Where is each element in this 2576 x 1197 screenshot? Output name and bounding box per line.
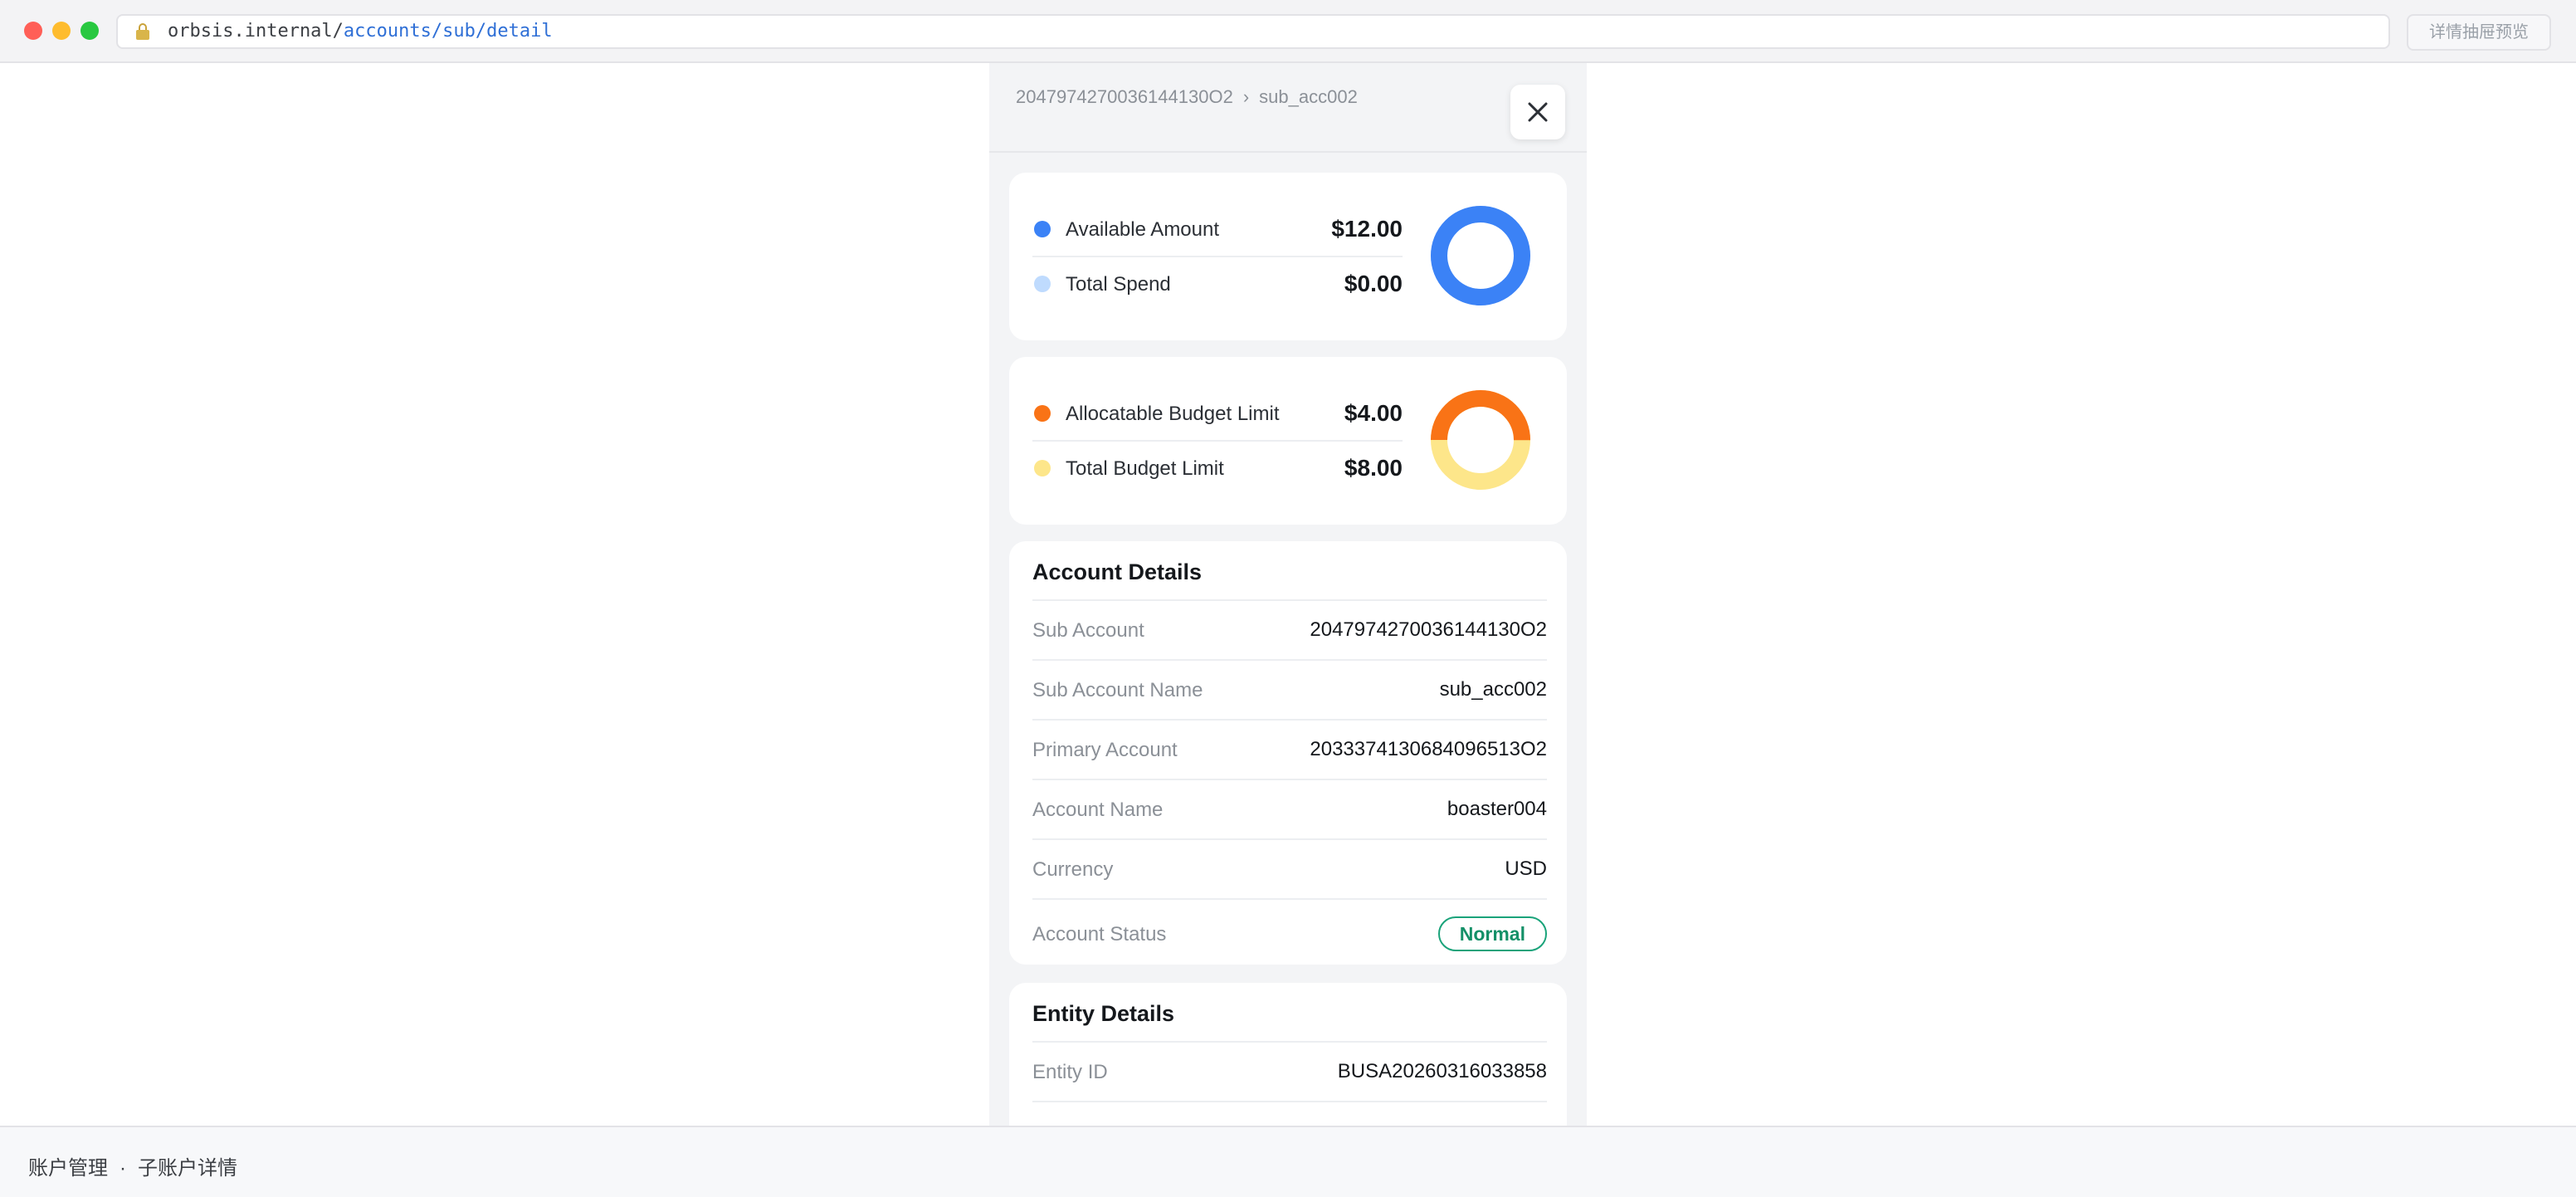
detail-label: Currency: [1032, 858, 1114, 881]
detail-value: BUSA20260316033858: [1337, 1060, 1547, 1082]
footer-page: 子账户详情: [138, 1157, 237, 1180]
detail-row-currency: Currency USD: [1032, 838, 1547, 898]
detail-label: Primary Account: [1032, 739, 1178, 761]
detail-label: Account Status: [1032, 923, 1167, 945]
balance-donut-chart: [1431, 206, 1530, 305]
available-amount-value: $12.00: [1331, 216, 1403, 242]
window-close-button[interactable]: [24, 22, 42, 40]
detail-row-primary-account: Primary Account 2033374130684096513O2: [1032, 719, 1547, 779]
drawer-header: 2047974270036144130O2 › sub_acc002: [989, 63, 1587, 153]
total-budget-label: Total Budget Limit: [1066, 457, 1224, 480]
allocatable-budget-label: Allocatable Budget Limit: [1066, 403, 1280, 425]
total-budget-legend-dot: [1034, 460, 1051, 476]
total-spend-row: Total Spend $0.00: [1032, 257, 1403, 310]
breadcrumb: 2047974270036144130O2 › sub_acc002: [1016, 86, 1358, 108]
total-spend-value: $0.00: [1344, 271, 1403, 296]
allocatable-legend-dot: [1034, 405, 1051, 422]
close-drawer-button[interactable]: [1510, 85, 1565, 139]
detail-value: 2047974270036144130O2: [1310, 618, 1547, 641]
window-minimize-button[interactable]: [52, 22, 71, 40]
total-spend-label: Total Spend: [1066, 273, 1171, 296]
detail-label: Entity ID: [1032, 1061, 1108, 1083]
detail-value: 2033374130684096513O2: [1310, 738, 1547, 760]
detail-row-sub-account-name: Sub Account Name sub_acc002: [1032, 659, 1547, 719]
available-amount-row: Available Amount $12.00: [1032, 203, 1403, 256]
detail-label: Account Name: [1032, 799, 1164, 821]
account-details-card: Account Details Sub Account 204797427003…: [1009, 541, 1567, 965]
available-legend-dot: [1034, 221, 1051, 237]
budget-card: Allocatable Budget Limit $4.00 Total Bud…: [1009, 357, 1567, 525]
url-path: accounts/sub/detail: [343, 21, 553, 42]
allocatable-budget-value: $4.00: [1344, 400, 1403, 426]
close-icon: [1528, 102, 1548, 122]
url-host: orbsis.internal/: [168, 21, 344, 42]
status-footer: 账户管理 · 子账户详情: [0, 1126, 2576, 1197]
detail-row-account-status: Account Status Normal: [1032, 898, 1547, 965]
detail-value: USD: [1505, 857, 1547, 880]
footer-section[interactable]: 账户管理: [28, 1157, 108, 1180]
available-arc: [1431, 206, 1530, 305]
detail-value: boaster004: [1447, 798, 1547, 820]
window-maximize-button[interactable]: [80, 22, 99, 40]
breadcrumb-current: sub_acc002: [1259, 86, 1358, 107]
breadcrumb-separator: ›: [1242, 86, 1250, 107]
browser-toolbar: orbsis.internal/accounts/sub/detail 详情抽屉…: [0, 0, 2576, 63]
footer-separator: ·: [120, 1157, 126, 1180]
drawer-preview-button[interactable]: 详情抽屉预览: [2407, 14, 2551, 51]
detail-row-partial: [1032, 1101, 1547, 1126]
detail-value: sub_acc002: [1439, 678, 1547, 701]
detail-row-sub-account: Sub Account 2047974270036144130O2: [1032, 599, 1547, 659]
available-amount-label: Available Amount: [1066, 218, 1220, 241]
entity-details-title: Entity Details: [1032, 1001, 1175, 1026]
total-budget-value: $8.00: [1344, 455, 1403, 481]
entity-details-card: Entity Details Entity ID BUSA20260316033…: [1009, 983, 1567, 1126]
budget-donut-chart: [1431, 390, 1530, 490]
footer-breadcrumb: 账户管理 · 子账户详情: [28, 1151, 237, 1180]
sub-account-detail-drawer: 2047974270036144130O2 › sub_acc002 Availab…: [989, 63, 1587, 1126]
allocatable-budget-row: Allocatable Budget Limit $4.00: [1032, 387, 1403, 440]
total-budget-row: Total Budget Limit $8.00: [1032, 442, 1403, 495]
detail-row-account-name: Account Name boaster004: [1032, 779, 1547, 838]
detail-row-entity-id: Entity ID BUSA20260316033858: [1032, 1041, 1547, 1101]
breadcrumb-parent[interactable]: 2047974270036144130O2: [1016, 86, 1233, 107]
account-details-title: Account Details: [1032, 559, 1203, 584]
address-bar[interactable]: orbsis.internal/accounts/sub/detail: [116, 14, 2390, 49]
detail-label: Sub Account Name: [1032, 679, 1203, 701]
detail-label: Sub Account: [1032, 619, 1144, 642]
status-badge: Normal: [1437, 916, 1547, 951]
lock-icon: [136, 23, 149, 40]
spend-legend-dot: [1034, 276, 1051, 292]
balance-card: Available Amount $12.00 Total Spend $0.0…: [1009, 173, 1567, 340]
